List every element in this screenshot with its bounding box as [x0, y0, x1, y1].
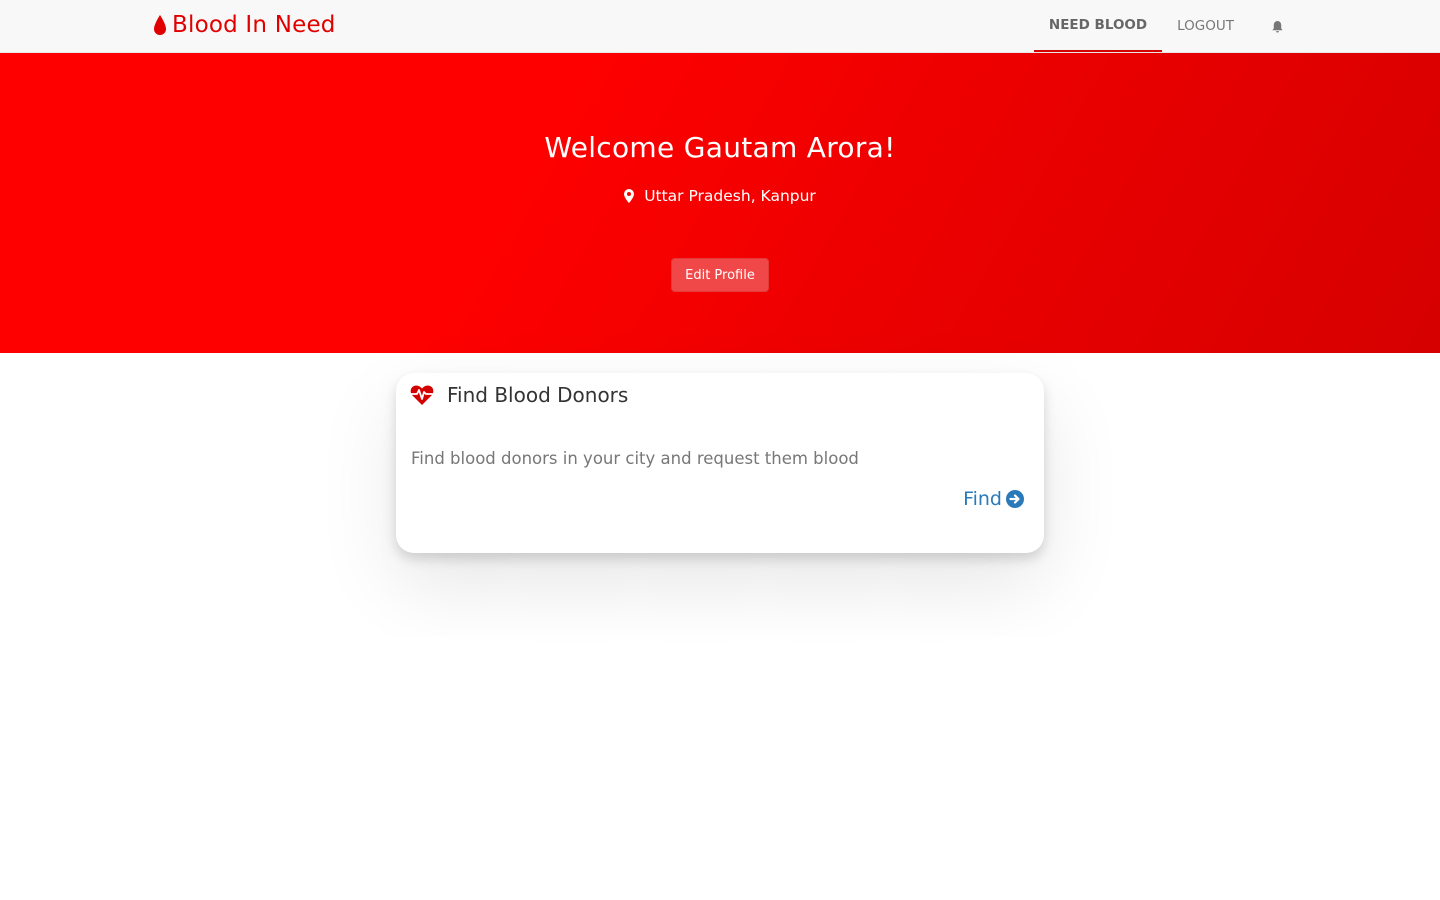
card-header: Find Blood Donors: [410, 383, 628, 407]
welcome-banner: Welcome Gautam Arora! Uttar Pradesh, Kan…: [0, 53, 1440, 353]
welcome-heading: Welcome Gautam Arora!: [544, 131, 896, 164]
notifications-button[interactable]: [1249, 0, 1290, 53]
brand-name: Blood In Need: [172, 12, 336, 38]
nav-need-blood[interactable]: NEED BLOOD: [1033, 0, 1163, 52]
brand-logo-link[interactable]: Blood In Need: [152, 12, 336, 38]
navbar: Blood In Need NEED BLOOD LOGOUT: [0, 0, 1440, 53]
arrow-circle-right-icon: [1006, 490, 1024, 508]
map-marker-icon: [624, 189, 635, 203]
edit-profile-button[interactable]: Edit Profile: [671, 258, 769, 292]
blood-drop-icon: [154, 15, 166, 35]
find-donors-link[interactable]: Find: [963, 488, 1024, 510]
bell-icon: [1272, 20, 1283, 33]
navbar-menu: NEED BLOOD LOGOUT: [1033, 0, 1290, 53]
card-title: Find Blood Donors: [447, 383, 629, 407]
user-location: Uttar Pradesh, Kanpur: [0, 187, 1440, 205]
find-label: Find: [963, 488, 1002, 510]
find-donors-card: Find Blood Donors Find blood donors in y…: [396, 373, 1044, 553]
heartbeat-icon: [410, 385, 434, 405]
location-text: Uttar Pradesh, Kanpur: [644, 187, 816, 205]
card-description: Find blood donors in your city and reque…: [411, 449, 859, 468]
nav-logout[interactable]: LOGOUT: [1162, 0, 1249, 52]
